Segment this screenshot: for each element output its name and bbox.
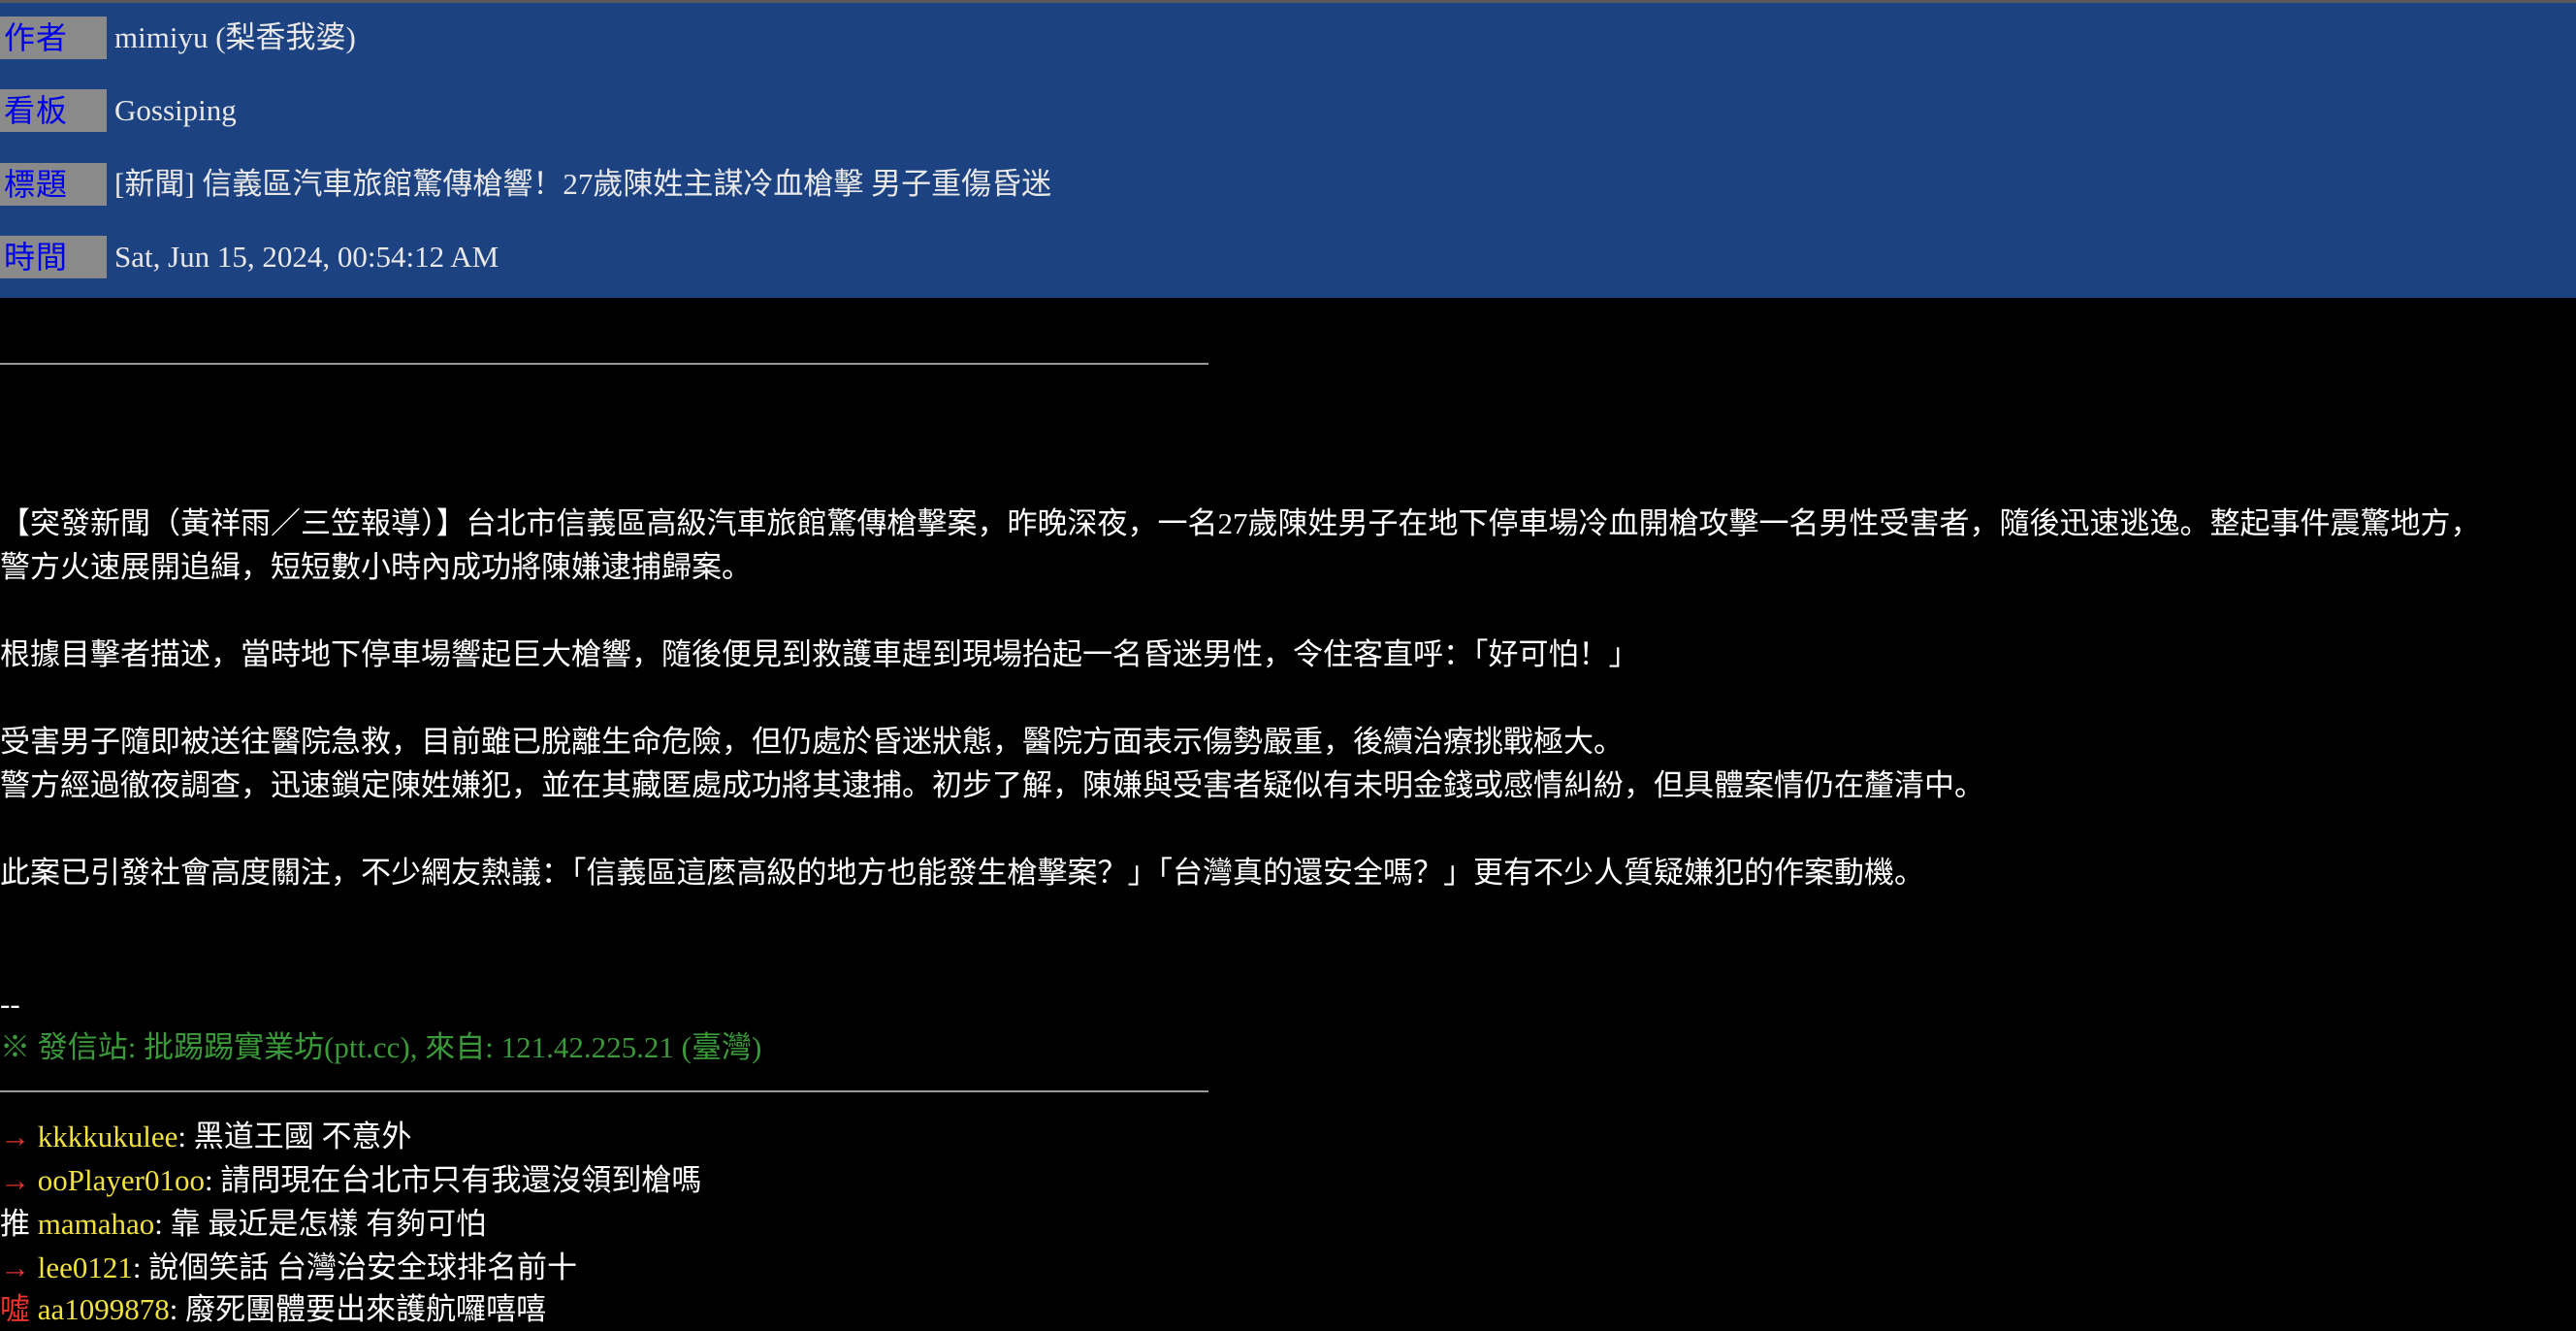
signature-line: ※ 發信站: 批踢踢實業坊(ptt.cc), 來自: 121.42.225.21… [0, 1030, 762, 1064]
article-paragraph: 根據目擊者描述，當時地下停車場響起巨大槍響，隨後便見到救護車趕到現場抬起一名昏迷… [0, 637, 1639, 671]
push-comment: → ooPlayer01oo: 請問現在台北市只有我還沒領到槍嗎 [0, 1159, 701, 1202]
board-label: 看板 [0, 89, 107, 132]
article-paragraph: 警方火速展開追緝，短短數小時內成功將陳嫌逮捕歸案。 [0, 550, 752, 584]
time-row: 時間 Sat, Jun 15, 2024, 00:54:12 AM [0, 236, 499, 278]
article-paragraph: 此案已引發社會高度關注，不少網友熱議：「信義區這麼高級的地方也能發生槍擊案？」「… [0, 856, 1924, 890]
push-content: : 靠 最近是怎樣 有夠可怕 [154, 1207, 487, 1241]
article-paragraph: 受害男子隨即被送往醫院急救，目前雖已脫離生命危險，但仍處於昏迷狀態，醫院方面表示… [0, 725, 1624, 759]
title-value: [新聞] 信義區汽車旅館驚傳槍響！27歲陳姓主謀冷血槍擊 男子重傷昏迷 [114, 167, 1052, 201]
article-header: 作者 mimiyu (梨香我婆) 看板 Gossiping 標題 [新聞] 信義… [0, 3, 2576, 298]
push-content: : 黑道王國 不意外 [177, 1120, 412, 1153]
author-value: mimiyu (梨香我婆) [114, 20, 356, 54]
board-value: Gossiping [114, 93, 237, 127]
push-user[interactable]: mamahao [38, 1207, 155, 1241]
header-divider [0, 363, 1208, 365]
push-tag: 推 [0, 1207, 30, 1241]
push-tag: 噓 [0, 1292, 30, 1326]
push-user[interactable]: lee0121 [38, 1250, 133, 1284]
push-comment: → kkkkukulee: 黑道王國 不意外 [0, 1116, 412, 1158]
title-label: 標題 [0, 163, 107, 206]
push-comment: → lee0121: 說個笑話 台灣治安全球排名前十 [0, 1247, 577, 1289]
signature-dash: -- [0, 987, 20, 1021]
article-paragraph: 【突發新聞（黃祥雨／三笠報導）】台北市信義區高級汽車旅館驚傳槍擊案，昨晚深夜，一… [0, 506, 2481, 540]
time-value: Sat, Jun 15, 2024, 00:54:12 AM [114, 240, 499, 274]
push-user[interactable]: ooPlayer01oo [38, 1163, 205, 1197]
push-tag: → [0, 1120, 30, 1153]
push-content: : 說個笑話 台灣治安全球排名前十 [132, 1250, 578, 1284]
push-tag: → [0, 1250, 30, 1284]
push-content: : 請問現在台北市只有我還沒領到槍嗎 [204, 1163, 702, 1197]
push-user[interactable]: kkkkukulee [38, 1120, 178, 1153]
time-label: 時間 [0, 236, 107, 278]
title-row: 標題 [新聞] 信義區汽車旅館驚傳槍響！27歲陳姓主謀冷血槍擊 男子重傷昏迷 [0, 163, 1051, 206]
push-user[interactable]: aa1099878 [38, 1292, 170, 1326]
push-tag: → [0, 1163, 30, 1197]
signature-divider [0, 1090, 1208, 1092]
push-comment: 噓 aa1099878: 廢死團體要出來護航囉嘻嘻 [0, 1288, 546, 1331]
article-paragraph: 警方經過徹夜調查，迅速鎖定陳姓嫌犯，並在其藏匿處成功將其逮捕。初步了解，陳嫌與受… [0, 768, 1984, 802]
push-comment: 推 mamahao: 靠 最近是怎樣 有夠可怕 [0, 1203, 486, 1246]
author-label: 作者 [0, 16, 107, 59]
push-content: : 廢死團體要出來護航囉嘻嘻 [169, 1292, 547, 1326]
board-row: 看板 Gossiping [0, 89, 237, 132]
author-row: 作者 mimiyu (梨香我婆) [0, 16, 356, 59]
